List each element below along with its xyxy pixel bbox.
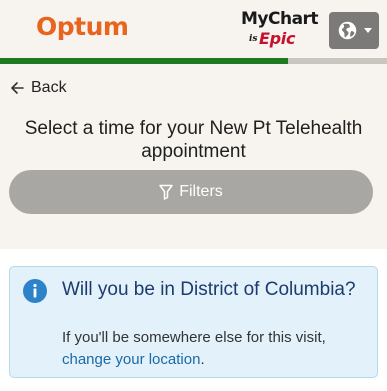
progress-bar (0, 58, 387, 64)
language-button[interactable] (329, 12, 379, 49)
arrow-left-icon (11, 82, 24, 94)
location-notice-text-end: . (200, 351, 205, 368)
back-link-label: Back (31, 79, 67, 96)
caret-down-icon (363, 28, 372, 33)
location-notice-body: If you'll be somewhere else for this vis… (62, 327, 372, 371)
filters-button-label: Filters (179, 183, 223, 200)
filters-button[interactable]: Filters (9, 170, 373, 214)
location-notice-title: Will you be in District of Columbia? (62, 279, 356, 300)
header: Optum MyChart is Epic (0, 0, 387, 58)
location-notice-text: If you'll be somewhere else for this vis… (62, 329, 326, 346)
epic-logo-text: Epic (259, 29, 296, 48)
info-icon (23, 279, 47, 303)
mychart-logo: MyChart is Epic (241, 9, 319, 49)
page-title: Select a time for your New Pt Telehealth… (24, 118, 363, 162)
back-link[interactable]: Back (11, 79, 67, 97)
mychart-logo-text: MyChart (241, 9, 319, 29)
funnel-icon (159, 184, 173, 200)
location-notice: Will you be in District of Columbia? If … (9, 266, 378, 378)
mychart-logo-by: is (249, 34, 258, 44)
progress-bar-fill (0, 58, 289, 64)
optum-logo: Optum (36, 12, 129, 41)
change-location-link[interactable]: change your location (62, 351, 200, 368)
globe-icon (338, 21, 356, 40)
